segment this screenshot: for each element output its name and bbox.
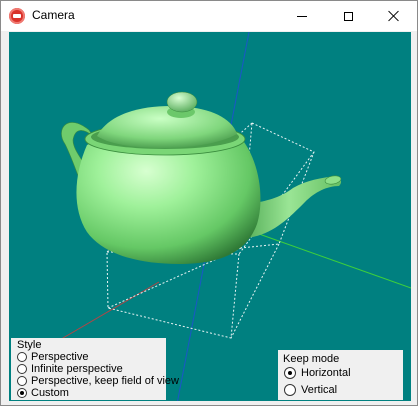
style-option-label: Perspective: [31, 351, 89, 363]
keep-mode-group: Keep mode Horizontal Vertical: [278, 350, 403, 400]
radio-vertical[interactable]: [284, 384, 296, 396]
minimize-icon: [297, 15, 307, 17]
radio-perspective[interactable]: [17, 352, 27, 362]
style-option-label: Perspective, keep field of view: [31, 375, 179, 387]
radio-custom[interactable]: [17, 388, 27, 398]
maximize-icon: [343, 11, 353, 21]
maximize-button[interactable]: [325, 1, 371, 31]
radio-infinite-perspective[interactable]: [17, 364, 27, 374]
close-button[interactable]: [371, 1, 417, 31]
window-title: Camera: [32, 8, 75, 22]
keep-mode-legend: Keep mode: [283, 353, 340, 365]
minimize-button[interactable]: [279, 1, 325, 31]
camera-window: Camera Style Perspective Infinite perspe…: [0, 0, 418, 406]
style-option-custom[interactable]: Custom: [17, 387, 69, 399]
close-icon: [388, 10, 400, 22]
style-option-label: Custom: [31, 387, 69, 399]
style-option-infinite-perspective[interactable]: Infinite perspective: [17, 363, 123, 375]
style-legend: Style: [17, 339, 42, 351]
style-option-perspective[interactable]: Perspective: [17, 351, 88, 363]
keep-option-label: Vertical: [301, 384, 338, 396]
style-option-label: Infinite perspective: [31, 363, 123, 375]
teapot-model: [61, 91, 342, 264]
keep-option-label: Horizontal: [301, 367, 351, 379]
keep-option-vertical[interactable]: Vertical: [284, 383, 337, 397]
keep-option-horizontal[interactable]: Horizontal: [284, 366, 351, 380]
radio-horizontal[interactable]: [284, 367, 296, 379]
app-icon: [9, 8, 25, 24]
title-bar[interactable]: Camera: [1, 1, 417, 31]
style-group: Style Perspective Infinite perspective P…: [11, 338, 179, 400]
style-option-keep-fov[interactable]: Perspective, keep field of view: [17, 375, 179, 387]
radio-keep-fov[interactable]: [17, 376, 27, 386]
